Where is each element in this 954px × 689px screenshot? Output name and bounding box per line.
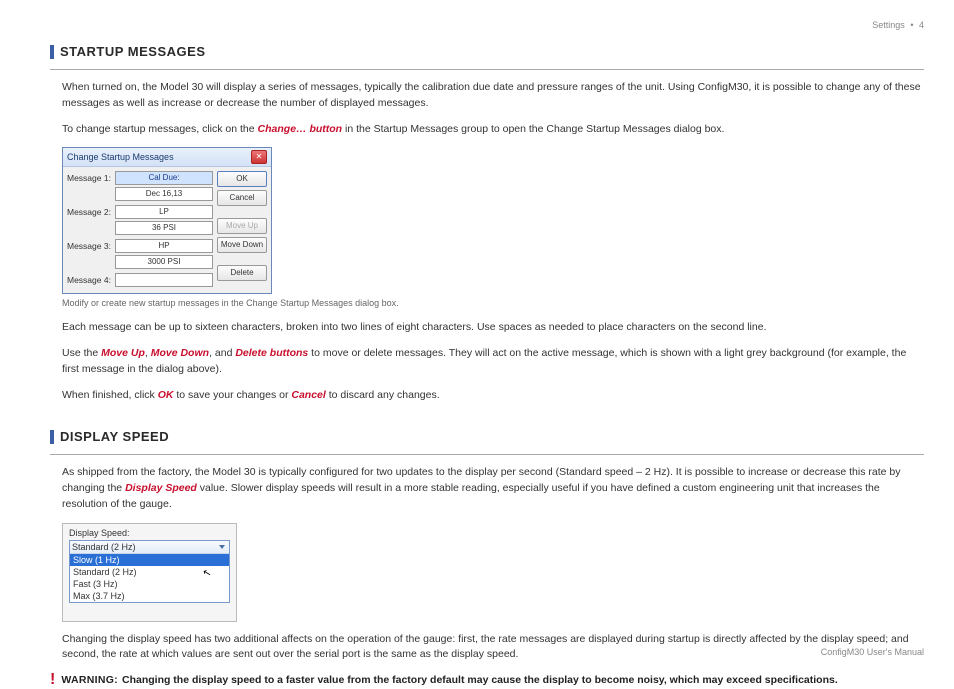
close-icon[interactable]: ✕ [251, 150, 267, 164]
speed-intro-paragraph: As shipped from the factory, the Model 3… [62, 465, 924, 512]
page-header-right: Settings • 4 [872, 20, 924, 30]
message-field[interactable]: Cal Due: [115, 171, 213, 185]
message-label: Message 2: [67, 207, 111, 217]
startup-length-paragraph: Each message can be up to sixteen charac… [62, 320, 924, 336]
change-button-reference: Change… button [258, 123, 343, 135]
display-speed-label: Display Speed: [69, 528, 230, 538]
message-row-3b: 3000 PSI [67, 255, 213, 269]
warning-body: Changing the display speed to a faster v… [122, 674, 838, 686]
dialog-message-rows: Message 1: Cal Due: Dec 16,13 Message 2:… [67, 171, 213, 289]
delete-button[interactable]: Delete [217, 265, 267, 281]
dialog-caption: Modify or create new startup messages in… [62, 298, 924, 308]
message-field[interactable]: Dec 16,13 [115, 187, 213, 201]
move-up-button[interactable]: Move Up [217, 218, 267, 234]
ok-reference: OK [158, 389, 174, 401]
move-down-button[interactable]: Move Down [217, 237, 267, 253]
ok-button[interactable]: OK [217, 171, 267, 187]
message-label: Message 3: [67, 241, 111, 251]
warning-text: WARNING: Changing the display speed to a … [61, 673, 924, 689]
select-dropdown-list: Slow (1 Hz) Standard (2 Hz) Fast (3 Hz) … [70, 554, 229, 602]
message-row-1b: Dec 16,13 [67, 187, 213, 201]
section-rule [50, 454, 924, 455]
dialog-button-column: OK Cancel Move Up Move Down Delete [217, 171, 267, 289]
message-label: Message 1: [67, 173, 111, 183]
message-field[interactable]: 3000 PSI [115, 255, 213, 269]
startup-change-paragraph: To change startup messages, click on the… [62, 122, 924, 138]
text-span: to save your changes or [173, 389, 291, 401]
message-field[interactable]: 36 PSI [115, 221, 213, 235]
warning-block: ! WARNING:Changing the display speed to … [50, 673, 924, 689]
header-page-number: 4 [919, 20, 924, 30]
display-speed-select[interactable]: Standard (2 Hz) Slow (1 Hz) Standard (2 … [69, 540, 230, 603]
text-span: Use the [62, 347, 101, 359]
speed-effects-paragraph: Changing the display speed has two addit… [62, 632, 924, 664]
message-row-2: Message 2: LP [67, 205, 213, 219]
warning-label: WARNING: [61, 674, 118, 686]
select-option-slow[interactable]: Slow (1 Hz) [70, 554, 229, 566]
select-current-value[interactable]: Standard (2 Hz) [70, 541, 229, 554]
startup-move-paragraph: Use the Move Up, Move Down, and Delete b… [62, 346, 924, 378]
message-field[interactable]: HP [115, 239, 213, 253]
movedown-reference: Move Down [151, 347, 209, 359]
header-separator: • [910, 20, 913, 30]
heading-text: DISPLAY SPEED [60, 429, 169, 444]
section-heading-speed: DISPLAY SPEED [50, 429, 924, 444]
text-span: To change startup messages, click on the [62, 123, 258, 135]
text-span: to discard any changes. [326, 389, 440, 401]
section-rule [50, 69, 924, 70]
message-label: Message 4: [67, 275, 111, 285]
dialog-title: Change Startup Messages [67, 152, 174, 162]
dialog-body: Message 1: Cal Due: Dec 16,13 Message 2:… [63, 167, 271, 293]
message-row-3: Message 3: HP [67, 239, 213, 253]
cancel-button[interactable]: Cancel [217, 190, 267, 206]
header-section: Settings [872, 20, 905, 30]
heading-accent-bar [50, 45, 54, 59]
message-row-2b: 36 PSI [67, 221, 213, 235]
text-span: , and [209, 347, 235, 359]
change-startup-messages-dialog: Change Startup Messages ✕ Message 1: Cal… [62, 147, 272, 294]
message-field[interactable] [115, 273, 213, 287]
heading-accent-bar [50, 430, 54, 444]
message-row-4: Message 4: [67, 273, 213, 287]
startup-okcancel-paragraph: When finished, click OK to save your cha… [62, 388, 924, 404]
delete-reference: Delete buttons [235, 347, 308, 359]
message-row-1: Message 1: Cal Due: [67, 171, 213, 185]
heading-text: STARTUP MESSAGES [60, 44, 205, 59]
cancel-reference: Cancel [291, 389, 325, 401]
select-value-text: Standard (2 Hz) [72, 542, 136, 552]
text-span: in the Startup Messages group to open th… [342, 123, 724, 135]
section-heading-startup: STARTUP MESSAGES [50, 44, 924, 59]
chevron-down-icon [219, 545, 225, 549]
display-speed-reference: Display Speed [125, 482, 197, 494]
text-span: When finished, click [62, 389, 158, 401]
page-footer-right: ConfigM30 User's Manual [821, 647, 924, 657]
message-field[interactable]: LP [115, 205, 213, 219]
display-speed-panel: Display Speed: Standard (2 Hz) Slow (1 H… [62, 523, 237, 622]
dialog-titlebar: Change Startup Messages ✕ [63, 148, 271, 167]
select-option-max[interactable]: Max (3.7 Hz) [70, 590, 229, 602]
moveup-reference: Move Up [101, 347, 145, 359]
startup-intro-paragraph: When turned on, the Model 30 will displa… [62, 80, 924, 112]
